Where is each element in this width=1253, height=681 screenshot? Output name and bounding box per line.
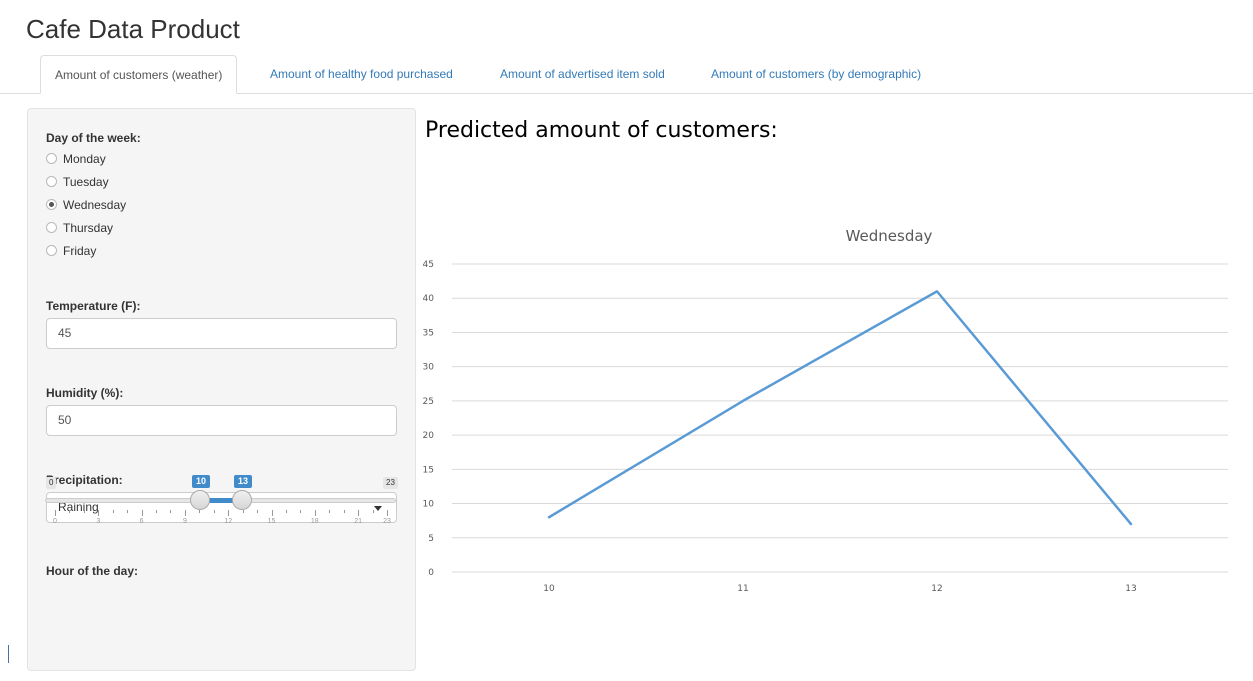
x-tick-label: 13 — [1125, 584, 1136, 594]
slider-grid-label: 15 — [267, 518, 276, 525]
slider-grid-tick — [242, 510, 244, 513]
radio-monday[interactable]: Monday — [46, 149, 106, 169]
x-tick-label: 12 — [931, 584, 942, 594]
customers-line-chart: Wednesday 0 5 10 15 20 25 30 35 40 45 10 11 12 13 — [423, 227, 1228, 594]
tab-healthy-food[interactable]: Amount of healthy food purchased — [256, 55, 467, 93]
day-of-week-label: Day of the week: — [46, 131, 141, 145]
y-tick-label: 10 — [423, 500, 435, 510]
y-tick-label: 40 — [423, 294, 435, 304]
y-tick-label: 35 — [423, 328, 434, 338]
radio-circle-icon[interactable] — [46, 222, 57, 233]
slider-grid-label: 9 — [182, 518, 187, 525]
radio-circle-icon[interactable] — [46, 153, 57, 164]
slider-grid-tick — [387, 510, 388, 516]
radio-checked-icon[interactable] — [46, 199, 57, 210]
radio-thursday[interactable]: Thursday — [46, 218, 113, 238]
radio-label: Wednesday — [63, 198, 127, 212]
slider-grid-tick — [372, 510, 374, 513]
x-tick-label: 11 — [737, 584, 748, 594]
radio-friday[interactable]: Friday — [46, 241, 96, 261]
y-tick-label: 0 — [428, 568, 434, 578]
y-tick-label: 25 — [423, 397, 434, 407]
slider-grid-tick — [257, 510, 259, 513]
slider-grid-tick — [199, 510, 201, 513]
slider-grid-label: 6 — [139, 518, 144, 525]
radio-label: Monday — [63, 152, 106, 166]
slider-to-handle[interactable] — [232, 490, 252, 510]
slider-grid-tick — [343, 510, 345, 513]
slider-grid-tick — [98, 510, 100, 516]
slider-grid-tick — [83, 510, 85, 513]
slider-grid-tick — [112, 510, 114, 513]
sidebar-panel: Day of the week: Monday Tuesday Wednesda… — [27, 108, 416, 671]
app-title: Cafe Data Product — [26, 14, 240, 44]
tab-customers-demographic[interactable]: Amount of customers (by demographic) — [697, 55, 935, 93]
y-tick-label: 30 — [423, 363, 435, 373]
slider-grid-tick — [271, 510, 273, 516]
temperature-label: Temperature (F): — [46, 299, 141, 313]
x-tick-label: 10 — [543, 584, 555, 594]
main-heading: Predicted amount of customers: — [425, 118, 778, 143]
slider-grid-label: 21 — [354, 518, 363, 525]
humidity-input[interactable]: 50 — [46, 405, 397, 436]
radio-label: Friday — [63, 244, 97, 258]
y-tick-label: 20 — [423, 431, 435, 441]
slider-grid-label: 3 — [96, 518, 101, 525]
slider-from-handle[interactable] — [190, 490, 210, 510]
radio-circle-icon[interactable] — [46, 245, 57, 256]
chart-x-ticks: 10 11 12 13 — [543, 584, 1136, 594]
slider-grid-tick — [358, 510, 360, 516]
radio-label: Thursday — [63, 221, 114, 235]
y-tick-label: 5 — [428, 534, 434, 544]
radio-tuesday[interactable]: Tuesday — [46, 172, 109, 192]
slider-grid-label: 23 — [383, 518, 391, 525]
y-tick-label: 15 — [423, 465, 434, 475]
hour-label: Hour of the day: — [46, 564, 138, 578]
slider-to-bubble: 13 — [234, 475, 253, 488]
slider-grid-tick — [55, 510, 56, 516]
slider-grid-tick — [228, 510, 230, 516]
radio-label: Tuesday — [63, 175, 109, 189]
slider-grid-tick — [141, 510, 143, 516]
slider-grid-label: 18 — [310, 518, 319, 525]
chevron-down-icon — [374, 506, 382, 511]
radio-circle-icon[interactable] — [46, 176, 57, 187]
slider-grid-tick — [329, 510, 331, 513]
chart-y-ticks: 0 5 10 15 20 25 30 35 40 45 — [423, 260, 435, 578]
slider-grid-tick — [69, 510, 71, 513]
slider-grid-tick — [285, 510, 287, 513]
slider-grid-tick — [127, 510, 129, 513]
slider-grid-tick — [156, 510, 158, 513]
slider-max-label: 23 — [383, 477, 398, 489]
humidity-label: Humidity (%): — [46, 386, 124, 400]
tab-customers-weather[interactable]: Amount of customers (weather) — [40, 55, 238, 94]
slider-grid-tick — [300, 510, 302, 513]
tab-bar: Amount of customers (weather) Amount of … — [0, 55, 1253, 94]
temperature-input[interactable]: 45 — [46, 318, 397, 349]
chart-gridlines — [452, 263, 1228, 573]
slider-grid-tick — [314, 510, 316, 516]
precipitation-label: Precipitation: — [46, 473, 123, 487]
radio-wednesday[interactable]: Wednesday — [46, 195, 126, 215]
slider-from-bubble: 10 — [192, 475, 211, 488]
slider-grid-tick — [213, 510, 215, 513]
chart-title: Wednesday — [846, 227, 933, 245]
y-tick-label: 45 — [423, 260, 434, 270]
slider-grid-label: 12 — [224, 518, 233, 525]
chart-series-line — [547, 290, 1133, 526]
slider-grid-tick — [184, 510, 186, 516]
window-edge-marker — [8, 645, 9, 663]
slider-grid-label: 0 — [53, 518, 57, 525]
chart-series — [547, 290, 1133, 526]
slider-grid-tick — [170, 510, 172, 513]
tab-advertised-item[interactable]: Amount of advertised item sold — [486, 55, 679, 93]
slider-min-label: 0 — [46, 477, 57, 489]
